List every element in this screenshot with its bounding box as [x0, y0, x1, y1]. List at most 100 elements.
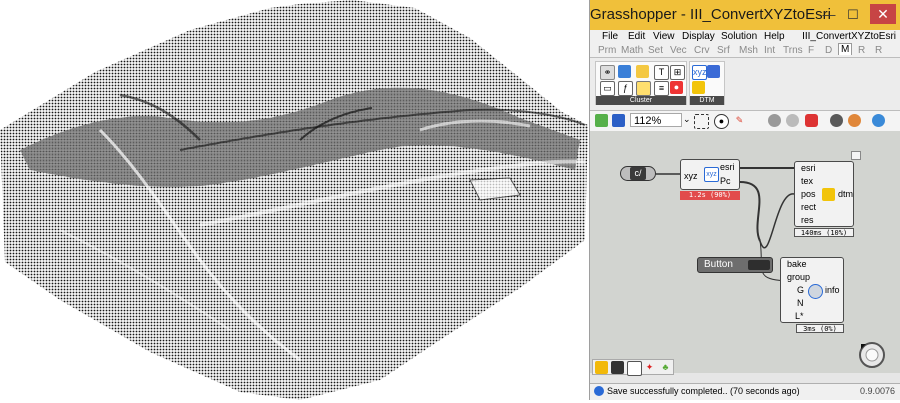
preview-shaded-icon[interactable]: [805, 114, 818, 127]
tree-icon[interactable]: ♣: [659, 361, 672, 374]
tab-srf[interactable]: Srf: [717, 45, 730, 56]
note-icon[interactable]: [636, 65, 649, 78]
close-button[interactable]: ✕: [870, 4, 896, 24]
menu-file[interactable]: File: [602, 31, 618, 42]
panel-toggle-icon[interactable]: [851, 151, 861, 160]
canvas-toolbar: 112% ⌄ ● ✎: [590, 111, 900, 132]
g-input-port[interactable]: G: [797, 285, 804, 295]
component-tab-bar: Prm Math Set Vec Crv Srf Msh Int Trns F …: [590, 43, 900, 58]
widget-white-icon[interactable]: [627, 361, 642, 376]
dtm-surface-icon[interactable]: [692, 81, 705, 94]
widget-dark-icon[interactable]: [611, 361, 624, 374]
version-label: 0.9.0076: [859, 386, 895, 396]
l-input-port[interactable]: L*: [795, 311, 804, 321]
sketch-pen-icon[interactable]: ✎: [733, 114, 746, 127]
bake-timer: 3ms (0%): [796, 324, 844, 333]
save-file-icon[interactable]: [612, 114, 625, 127]
tab-math[interactable]: Math: [621, 45, 643, 56]
tab-r2[interactable]: R: [875, 45, 882, 56]
cluster-group-caption: Cluster: [596, 96, 686, 105]
tab-m[interactable]: M: [838, 43, 853, 55]
menu-help[interactable]: Help: [764, 31, 785, 42]
zoom-value: 112%: [634, 115, 662, 127]
preview-color-icon[interactable]: [848, 114, 861, 127]
cluster-input-icon[interactable]: ⚭: [600, 65, 615, 80]
point-cloud-terrain: [0, 0, 588, 400]
dtm-blue-icon[interactable]: [707, 65, 720, 78]
menu-view[interactable]: View: [653, 31, 675, 42]
menu-bar: File Edit View Display Solution Help III…: [590, 30, 900, 44]
preview-mesh-icon[interactable]: [830, 114, 843, 127]
esri-input-port[interactable]: esri: [801, 163, 816, 173]
tab-prm[interactable]: Prm: [598, 45, 616, 56]
bake-button-label: Button: [704, 259, 733, 270]
eye-icon[interactable]: ●: [714, 114, 729, 129]
chevron-down-icon[interactable]: ⌄: [683, 114, 691, 125]
res-input-port[interactable]: res: [801, 215, 814, 225]
info-output-port[interactable]: info: [825, 285, 840, 295]
conv-timer: 1.2s (90%): [680, 191, 740, 200]
pc-output-port[interactable]: Pc: [720, 176, 731, 186]
curve-param-label: c/: [630, 167, 646, 180]
canvas-widget-bar: ✦ ♣: [592, 359, 674, 376]
tab-r1[interactable]: R: [858, 45, 865, 56]
cluster-group: ⚭ T ⊞ ▭ ƒ ≡ ● Cluster: [595, 61, 687, 105]
curve-param[interactable]: c/: [620, 166, 656, 181]
tab-int[interactable]: Int: [764, 45, 775, 56]
dtm-group: xyz DTM: [689, 61, 725, 105]
xyz-icon: xyz: [704, 167, 719, 182]
bake-input-port[interactable]: bake: [787, 259, 807, 269]
tab-crv[interactable]: Crv: [694, 45, 710, 56]
xyz-import-icon[interactable]: xyz: [692, 65, 707, 80]
dtm-component[interactable]: esri tex pos rect res dtm: [794, 161, 854, 227]
document-icon[interactable]: ▭: [600, 81, 615, 96]
grasshopper-window: Grasshopper - III_ConvertXYZtoEsri — ☐ ✕…: [589, 0, 900, 400]
group-input-port[interactable]: group: [787, 272, 810, 282]
dtm-group-caption: DTM: [690, 96, 724, 105]
tab-trns[interactable]: Trns: [783, 45, 803, 56]
zoom-dropdown[interactable]: 112%: [630, 113, 682, 127]
bake-button[interactable]: Button: [697, 257, 773, 273]
widget-gold-icon[interactable]: [595, 361, 608, 374]
preview-material-icon[interactable]: [872, 114, 885, 127]
widget-red-icon[interactable]: ✦: [643, 361, 656, 374]
title-bar[interactable]: Grasshopper - III_ConvertXYZtoEsri — ☐ ✕: [590, 0, 900, 30]
tab-d[interactable]: D: [825, 45, 832, 56]
cluster-blue-icon[interactable]: [618, 65, 631, 78]
menu-display[interactable]: Display: [682, 31, 715, 42]
bake-component[interactable]: bake group G N L* info: [780, 257, 844, 323]
status-info-icon: [594, 386, 604, 396]
dtm-icon: [822, 188, 835, 201]
tab-f[interactable]: F: [808, 45, 814, 56]
menu-solution[interactable]: Solution: [721, 31, 757, 42]
text-icon[interactable]: T: [654, 65, 669, 80]
n-input-port[interactable]: N: [797, 298, 804, 308]
rhino-viewport[interactable]: [0, 0, 588, 400]
esri-output-port[interactable]: esri: [720, 162, 735, 172]
page-icon[interactable]: ≡: [654, 81, 669, 96]
tex-input-port[interactable]: tex: [801, 176, 813, 186]
zoom-extents-icon[interactable]: [694, 114, 709, 129]
pos-input-port[interactable]: pos: [801, 189, 816, 199]
preview-wire-icon[interactable]: [786, 114, 799, 127]
preview-off-icon[interactable]: [768, 114, 781, 127]
maximize-button[interactable]: ☐: [844, 7, 862, 23]
dtm-output-port[interactable]: dtm: [838, 189, 853, 199]
rect-input-port[interactable]: rect: [801, 202, 816, 212]
xyz-input-port[interactable]: xyz: [684, 171, 698, 181]
xyz-to-esri-component[interactable]: xyz xyz esri Pc: [680, 159, 740, 190]
bake-icon[interactable]: ●: [670, 81, 683, 94]
grasshopper-canvas[interactable]: c/ xyz xyz esri Pc 1.2s (90%) esri tex p…: [590, 131, 900, 376]
status-bar: Save successfully completed.. (70 second…: [590, 383, 900, 400]
file-icon[interactable]: ⊞: [670, 65, 685, 80]
script-icon[interactable]: ƒ: [618, 81, 633, 96]
status-message: Save successfully completed.. (70 second…: [607, 386, 800, 396]
open-file-icon[interactable]: [595, 114, 608, 127]
tab-msh[interactable]: Msh: [739, 45, 758, 56]
menu-edit[interactable]: Edit: [628, 31, 645, 42]
folder-icon[interactable]: [636, 81, 651, 96]
navigation-compass-icon[interactable]: [858, 341, 886, 369]
tab-set[interactable]: Set: [648, 45, 663, 56]
minimize-button[interactable]: —: [820, 7, 838, 22]
tab-vec[interactable]: Vec: [670, 45, 687, 56]
